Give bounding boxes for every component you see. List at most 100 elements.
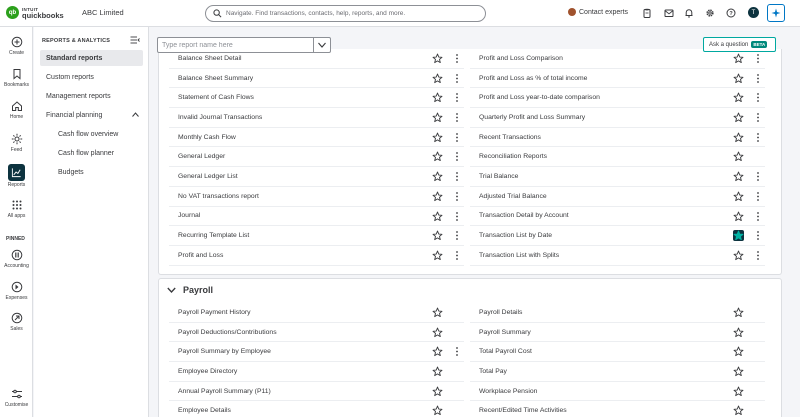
rail-item-expenses[interactable]: Expenses bbox=[0, 281, 33, 301]
more-options-icon[interactable] bbox=[756, 73, 760, 84]
star-icon[interactable] bbox=[432, 73, 443, 84]
star-icon[interactable] bbox=[432, 112, 443, 123]
star-icon[interactable] bbox=[733, 307, 744, 318]
submenu-standard-reports[interactable]: Standard reports bbox=[40, 50, 143, 66]
report-row[interactable]: Recent/Edited Time Activities bbox=[470, 401, 765, 417]
more-options-icon[interactable] bbox=[756, 171, 760, 182]
star-icon[interactable] bbox=[733, 73, 744, 84]
report-row[interactable]: Transaction Detail by Account bbox=[470, 207, 765, 227]
rail-item-home[interactable]: Home bbox=[0, 100, 33, 120]
more-options-icon[interactable] bbox=[455, 151, 459, 162]
report-row[interactable]: General Ledger bbox=[169, 147, 464, 168]
report-row[interactable]: Statement of Cash Flows bbox=[169, 88, 464, 109]
star-filled-icon[interactable] bbox=[733, 230, 744, 242]
report-link[interactable]: General Ledger bbox=[169, 153, 464, 160]
star-icon[interactable] bbox=[432, 346, 443, 357]
rail-item-create[interactable]: Create bbox=[0, 36, 33, 56]
more-options-icon[interactable] bbox=[756, 112, 760, 123]
report-row[interactable]: Profit and Loss as % of total income bbox=[470, 69, 765, 89]
report-link[interactable]: Employee Directory bbox=[169, 368, 464, 375]
ask-question-button[interactable]: Ask a question BETA bbox=[703, 37, 776, 52]
star-icon[interactable] bbox=[432, 191, 443, 202]
rail-item-reports[interactable]: Reports bbox=[0, 164, 33, 188]
report-link[interactable]: Journal bbox=[169, 212, 464, 219]
more-options-icon[interactable] bbox=[756, 191, 760, 202]
report-link[interactable]: Monthly Cash Flow bbox=[169, 134, 464, 141]
report-link[interactable]: Total Pay bbox=[470, 368, 765, 375]
global-search[interactable] bbox=[205, 5, 486, 22]
star-icon[interactable] bbox=[733, 346, 744, 357]
report-row[interactable]: Employee Details bbox=[169, 401, 464, 417]
report-row[interactable]: Payroll Summary by Employee bbox=[169, 342, 464, 363]
star-icon[interactable] bbox=[733, 405, 744, 416]
search-input[interactable] bbox=[226, 8, 481, 19]
star-icon[interactable] bbox=[733, 112, 744, 123]
star-icon[interactable] bbox=[432, 151, 443, 162]
report-row[interactable]: Payroll Summary bbox=[470, 323, 765, 343]
help-icon[interactable]: ? bbox=[726, 8, 736, 18]
report-link[interactable]: Balance Sheet Summary bbox=[169, 75, 464, 82]
more-options-icon[interactable] bbox=[455, 346, 459, 357]
star-icon[interactable] bbox=[432, 405, 443, 416]
report-row[interactable]: Payroll Details bbox=[470, 303, 765, 323]
more-options-icon[interactable] bbox=[455, 230, 459, 241]
more-options-icon[interactable] bbox=[455, 53, 459, 64]
report-link[interactable]: Invalid Journal Transactions bbox=[169, 114, 464, 121]
report-row[interactable]: Payroll Deductions/Contributions bbox=[169, 323, 464, 343]
report-link[interactable]: Quarterly Profit and Loss Summary bbox=[470, 114, 765, 121]
more-options-icon[interactable] bbox=[455, 73, 459, 84]
report-link[interactable]: Profit and Loss Comparison bbox=[470, 55, 765, 62]
more-options-icon[interactable] bbox=[756, 230, 760, 241]
star-icon[interactable] bbox=[432, 250, 443, 261]
payroll-section-header[interactable]: Payroll bbox=[167, 285, 213, 295]
submenu-cash-flow-planner[interactable]: Cash flow planner bbox=[40, 145, 143, 161]
report-row[interactable]: Monthly Cash Flow bbox=[169, 128, 464, 148]
more-options-icon[interactable] bbox=[756, 53, 760, 64]
assistant-button[interactable] bbox=[767, 4, 785, 22]
report-link[interactable]: General Ledger List bbox=[169, 173, 464, 180]
clipboard-icon[interactable] bbox=[642, 8, 652, 18]
star-icon[interactable] bbox=[432, 53, 443, 64]
report-row[interactable]: Profit and Loss year-to-date comparison bbox=[470, 88, 765, 109]
rail-item-all-apps[interactable]: All apps bbox=[0, 199, 33, 219]
more-options-icon[interactable] bbox=[455, 171, 459, 182]
star-icon[interactable] bbox=[432, 92, 443, 103]
report-link[interactable]: Reconciliation Reports bbox=[470, 153, 765, 160]
report-link[interactable]: Recent Transactions bbox=[470, 134, 765, 141]
submenu-management-reports[interactable]: Management reports bbox=[40, 88, 143, 104]
report-row[interactable]: Payroll Payment History bbox=[169, 303, 464, 323]
more-options-icon[interactable] bbox=[455, 250, 459, 261]
report-link[interactable]: Payroll Summary bbox=[470, 329, 765, 336]
company-name[interactable]: ABC Limited bbox=[82, 8, 124, 17]
star-icon[interactable] bbox=[733, 92, 744, 103]
chevron-down-icon[interactable] bbox=[318, 42, 326, 48]
report-link[interactable]: Transaction Detail by Account bbox=[470, 212, 765, 219]
more-options-icon[interactable] bbox=[756, 250, 760, 261]
report-row[interactable]: Recurring Template List bbox=[169, 226, 464, 246]
star-icon[interactable] bbox=[733, 132, 744, 143]
gear-icon[interactable] bbox=[705, 8, 715, 18]
report-link[interactable]: Statement of Cash Flows bbox=[169, 94, 464, 101]
report-link[interactable]: Adjusted Trial Balance bbox=[470, 193, 765, 200]
submenu-cash-flow-overview[interactable]: Cash flow overview bbox=[40, 126, 143, 142]
report-link[interactable]: Trial Balance bbox=[470, 173, 765, 180]
more-options-icon[interactable] bbox=[756, 92, 760, 103]
report-link[interactable]: Payroll Details bbox=[470, 309, 765, 316]
more-options-icon[interactable] bbox=[756, 132, 760, 143]
star-icon[interactable] bbox=[733, 250, 744, 261]
report-link[interactable]: Employee Details bbox=[169, 407, 464, 414]
report-search-dropdown[interactable] bbox=[157, 37, 331, 53]
rail-item-accounting[interactable]: Accounting bbox=[0, 249, 33, 269]
report-row[interactable]: General Ledger List bbox=[169, 167, 464, 187]
report-link[interactable]: Payroll Summary by Employee bbox=[169, 348, 464, 355]
rail-item-customise[interactable]: Customise bbox=[0, 388, 33, 408]
star-icon[interactable] bbox=[432, 366, 443, 377]
mail-icon[interactable] bbox=[664, 8, 674, 18]
submenu-custom-reports[interactable]: Custom reports bbox=[40, 69, 143, 85]
report-link[interactable]: Annual Payroll Summary (P11) bbox=[169, 388, 464, 395]
user-avatar[interactable]: T bbox=[748, 7, 759, 18]
report-link[interactable]: Profit and Loss as % of total income bbox=[470, 75, 765, 82]
collapse-menu-icon[interactable] bbox=[130, 36, 140, 44]
star-icon[interactable] bbox=[432, 171, 443, 182]
report-link[interactable]: Balance Sheet Detail bbox=[169, 55, 464, 62]
